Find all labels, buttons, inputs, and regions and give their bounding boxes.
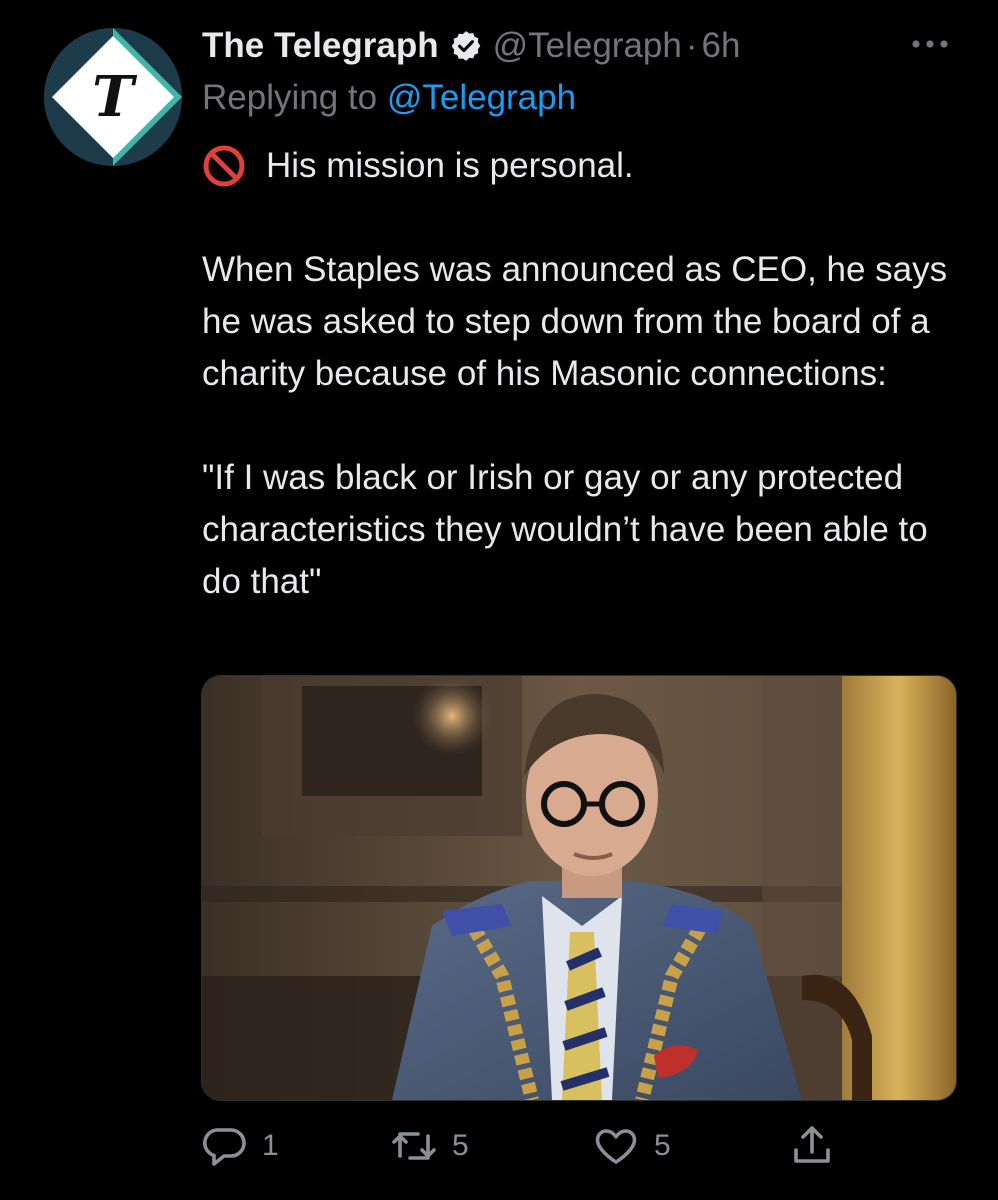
like-count: 5 (654, 1129, 671, 1162)
more-icon[interactable] (910, 34, 950, 54)
tweet-text-paragraph-2: When Staples was announced as CEO, he sa… (202, 250, 948, 393)
reply-count: 1 (262, 1129, 279, 1162)
share-button[interactable] (788, 1122, 836, 1170)
reply-button[interactable]: 1 (200, 1122, 279, 1170)
avatar[interactable]: T (44, 28, 182, 166)
display-name[interactable]: The Telegraph (202, 26, 439, 66)
tweet-actions: 1 5 5 (200, 1118, 880, 1174)
verified-badge-icon (451, 31, 480, 61)
separator-dot: · (685, 26, 698, 65)
share-icon (794, 1126, 830, 1163)
like-button[interactable]: 5 (592, 1122, 671, 1170)
tweet-text: His mission is personal. When Staples wa… (202, 140, 962, 608)
replying-mention-link[interactable]: @Telegraph (387, 78, 576, 117)
retweet-icon (392, 1132, 436, 1160)
timestamp[interactable]: 6h (702, 26, 741, 66)
photo-portrait (202, 676, 956, 1100)
svg-text:T: T (92, 64, 138, 130)
tweet-first-line: His mission is personal. (202, 140, 962, 192)
tweet-media-photo[interactable] (201, 675, 957, 1101)
reply-icon (203, 1128, 246, 1166)
heart-icon (595, 1129, 637, 1164)
replying-to: Replying to @Telegraph (202, 78, 576, 118)
replying-prefix: Replying to (202, 78, 387, 117)
tweet[interactable]: T The Telegraph @Telegraph · 6h Replying… (0, 0, 998, 1200)
retweet-count: 5 (452, 1129, 469, 1162)
retweet-button[interactable]: 5 (390, 1122, 469, 1170)
tweet-header: The Telegraph @Telegraph · 6h (202, 24, 740, 68)
telegraph-logo-icon: T (44, 28, 182, 166)
no-entry-sign-icon (203, 145, 245, 187)
handle[interactable]: @Telegraph (493, 26, 682, 66)
tweet-text-line1: His mission is personal. (266, 146, 634, 185)
tweet-text-paragraph-3: "If I was black or Irish or gay or any p… (202, 458, 928, 601)
